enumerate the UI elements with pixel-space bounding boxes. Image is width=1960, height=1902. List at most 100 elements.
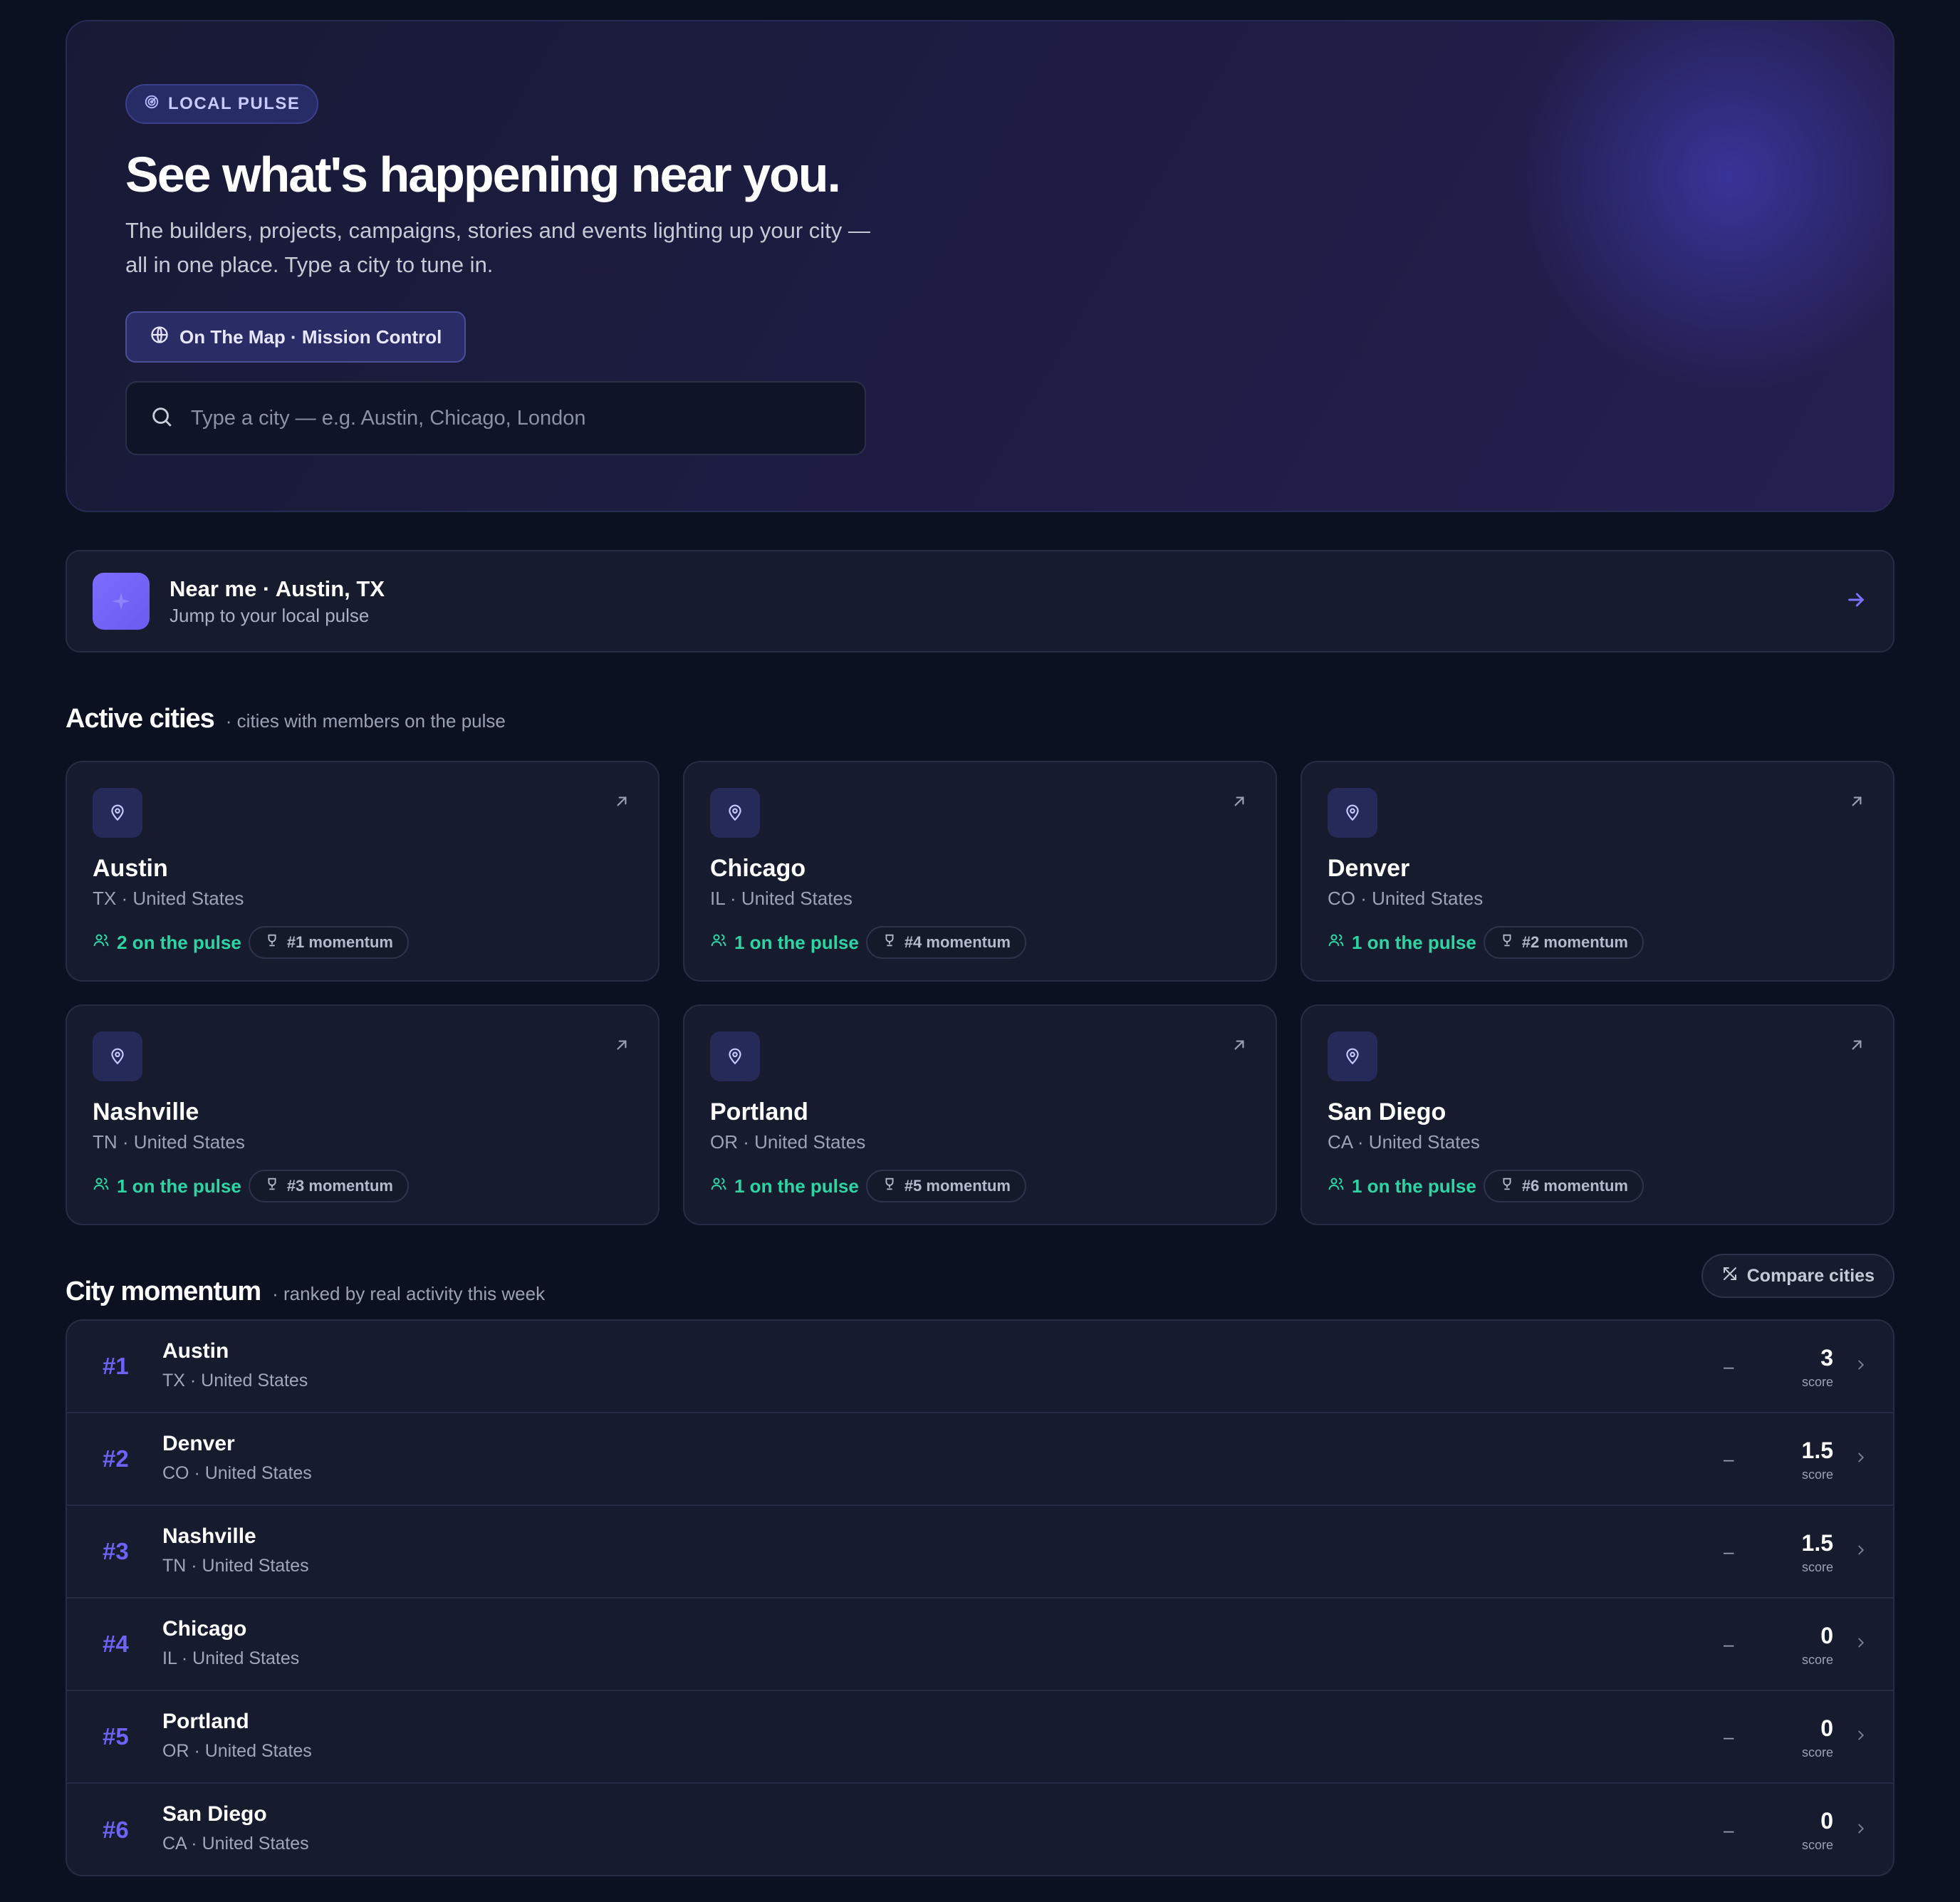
rank-label: #4 xyxy=(103,1631,129,1657)
table-row[interactable]: #4 Chicago IL · United States – 0 score xyxy=(67,1599,1893,1691)
city-location: CO · United States xyxy=(162,1463,312,1483)
momentum-badge: #3 momentum xyxy=(248,1170,409,1202)
city-name: Portland xyxy=(710,1098,808,1126)
city-location: OR · United States xyxy=(162,1741,312,1761)
table-row[interactable]: #6 San Diego CA · United States – 0 score xyxy=(67,1784,1893,1875)
near-me-subtitle: Jump to your local pulse xyxy=(170,604,370,626)
city-card[interactable]: Chicago IL · United States 1 on the pulse #… xyxy=(683,761,1277,982)
momentum-label: #2 momentum xyxy=(1521,933,1628,951)
trend-indicator: – xyxy=(1724,1448,1734,1470)
city-name: Austin xyxy=(162,1339,229,1363)
trophy-icon xyxy=(1499,932,1515,952)
city-name: Austin xyxy=(93,855,168,882)
score-value: 0 xyxy=(1820,1715,1833,1741)
city-name: San Diego xyxy=(162,1802,267,1826)
users-icon xyxy=(1328,932,1345,954)
chevron-right-icon[interactable] xyxy=(1853,1450,1869,1469)
external-link-icon[interactable] xyxy=(1847,792,1866,814)
score-value: 1.5 xyxy=(1801,1438,1833,1463)
users-icon xyxy=(1328,1175,1345,1197)
page: LOCAL PULSE See what's happening near yo… xyxy=(66,20,1894,1876)
city-name: San Diego xyxy=(1328,1098,1446,1126)
city-stats: 1 on the pulse #5 momentum xyxy=(710,1170,1026,1202)
external-link-icon[interactable] xyxy=(612,792,631,814)
external-link-icon[interactable] xyxy=(1847,1036,1866,1058)
city-card[interactable]: Denver CO · United States 1 on the pulse #2… xyxy=(1300,761,1894,982)
table-row[interactable]: #5 Portland OR · United States – 0 score xyxy=(67,1691,1893,1784)
pulse-label: 1 on the pulse xyxy=(734,1175,859,1197)
pulse-count: 1 on the pulse xyxy=(710,1175,859,1197)
chevron-right-icon[interactable] xyxy=(1853,1821,1869,1840)
city-name: Denver xyxy=(1328,855,1410,882)
trophy-icon xyxy=(1499,1176,1515,1196)
trend-indicator: – xyxy=(1724,1355,1734,1377)
users-icon xyxy=(710,932,727,954)
trophy-icon xyxy=(882,1176,897,1196)
city-name: Denver xyxy=(162,1432,235,1455)
page-title: See what's happening near you. xyxy=(125,147,841,202)
score-value: 1.5 xyxy=(1801,1530,1833,1556)
city-stats: 2 on the pulse #1 momentum xyxy=(93,926,409,959)
trophy-icon xyxy=(882,932,897,952)
city-name: Chicago xyxy=(162,1617,247,1641)
swap-icon xyxy=(1721,1265,1739,1287)
city-location: IL · United States xyxy=(710,888,853,909)
hero-subtitle: The builders, projects, campaigns, stori… xyxy=(125,214,944,282)
momentum-label: #4 momentum xyxy=(904,933,1011,951)
city-card[interactable]: San Diego CA · United States 1 on the puls… xyxy=(1300,1004,1894,1225)
chevron-right-icon[interactable] xyxy=(1853,1635,1869,1654)
score-value: 0 xyxy=(1820,1623,1833,1648)
on-the-map-label: On The Map · Mission Control xyxy=(179,326,442,348)
city-search-input[interactable] xyxy=(191,406,832,430)
pulse-label: 2 on the pulse xyxy=(117,931,241,953)
table-row[interactable]: #1 Austin TX · United States – 3 score xyxy=(67,1321,1893,1413)
pulse-count: 1 on the pulse xyxy=(93,1175,241,1197)
city-location: TN · United States xyxy=(93,1131,245,1153)
compare-cities-button[interactable]: Compare cities xyxy=(1701,1254,1894,1298)
arrow-right-icon[interactable] xyxy=(1845,588,1867,615)
city-card[interactable]: Portland OR · United States 1 on the pulse… xyxy=(683,1004,1277,1225)
momentum-label: #5 momentum xyxy=(904,1177,1011,1195)
on-the-map-button[interactable]: On The Map · Mission Control xyxy=(125,311,466,363)
map-pin-icon xyxy=(710,1031,760,1081)
score-label: score xyxy=(1801,1653,1833,1667)
trend-indicator: – xyxy=(1724,1819,1734,1841)
momentum-badge: #6 momentum xyxy=(1483,1170,1644,1202)
rank-label: #2 xyxy=(103,1445,129,1472)
external-link-icon[interactable] xyxy=(1230,1036,1249,1058)
city-stats: 1 on the pulse #2 momentum xyxy=(1328,926,1644,959)
city-card[interactable]: Nashville TN · United States 1 on the puls… xyxy=(66,1004,660,1225)
trophy-icon xyxy=(264,1176,280,1196)
city-location: TX · United States xyxy=(162,1371,308,1391)
badge-label: LOCAL PULSE xyxy=(168,94,301,113)
trend-indicator: – xyxy=(1724,1725,1734,1747)
external-link-icon[interactable] xyxy=(612,1036,631,1058)
city-location: IL · United States xyxy=(162,1648,300,1668)
score-value: 0 xyxy=(1820,1808,1833,1834)
city-search-box[interactable] xyxy=(125,381,866,455)
score-label: score xyxy=(1801,1560,1833,1574)
score-label: score xyxy=(1801,1467,1833,1482)
city-name: Nashville xyxy=(93,1098,199,1126)
score-label: score xyxy=(1801,1745,1833,1760)
rank-label: #1 xyxy=(103,1353,129,1379)
table-row[interactable]: #2 Denver CO · United States – 1.5 score xyxy=(67,1413,1893,1506)
trophy-icon xyxy=(264,932,280,952)
rank-label: #3 xyxy=(103,1538,129,1564)
external-link-icon[interactable] xyxy=(1230,792,1249,814)
momentum-subtitle: · ranked by real activity this week xyxy=(272,1283,546,1304)
hero-subtitle-line-1: The builders, projects, campaigns, stori… xyxy=(125,218,870,243)
near-me-card[interactable]: Near me · Austin, TX Jump to your local … xyxy=(66,550,1894,653)
pulse-label: 1 on the pulse xyxy=(734,931,859,953)
chevron-right-icon[interactable] xyxy=(1853,1727,1869,1747)
chevron-right-icon[interactable] xyxy=(1853,1357,1869,1376)
trend-indicator: – xyxy=(1724,1633,1734,1655)
chevron-right-icon[interactable] xyxy=(1853,1542,1869,1561)
score-label: score xyxy=(1801,1375,1833,1389)
score-label: score xyxy=(1801,1838,1833,1852)
pulse-count: 2 on the pulse xyxy=(93,932,241,954)
pulse-count: 1 on the pulse xyxy=(1328,932,1476,954)
momentum-badge: #1 momentum xyxy=(248,926,409,959)
city-card[interactable]: Austin TX · United States 2 on the pulse #1… xyxy=(66,761,660,982)
table-row[interactable]: #3 Nashville TN · United States – 1.5 score xyxy=(67,1506,1893,1599)
